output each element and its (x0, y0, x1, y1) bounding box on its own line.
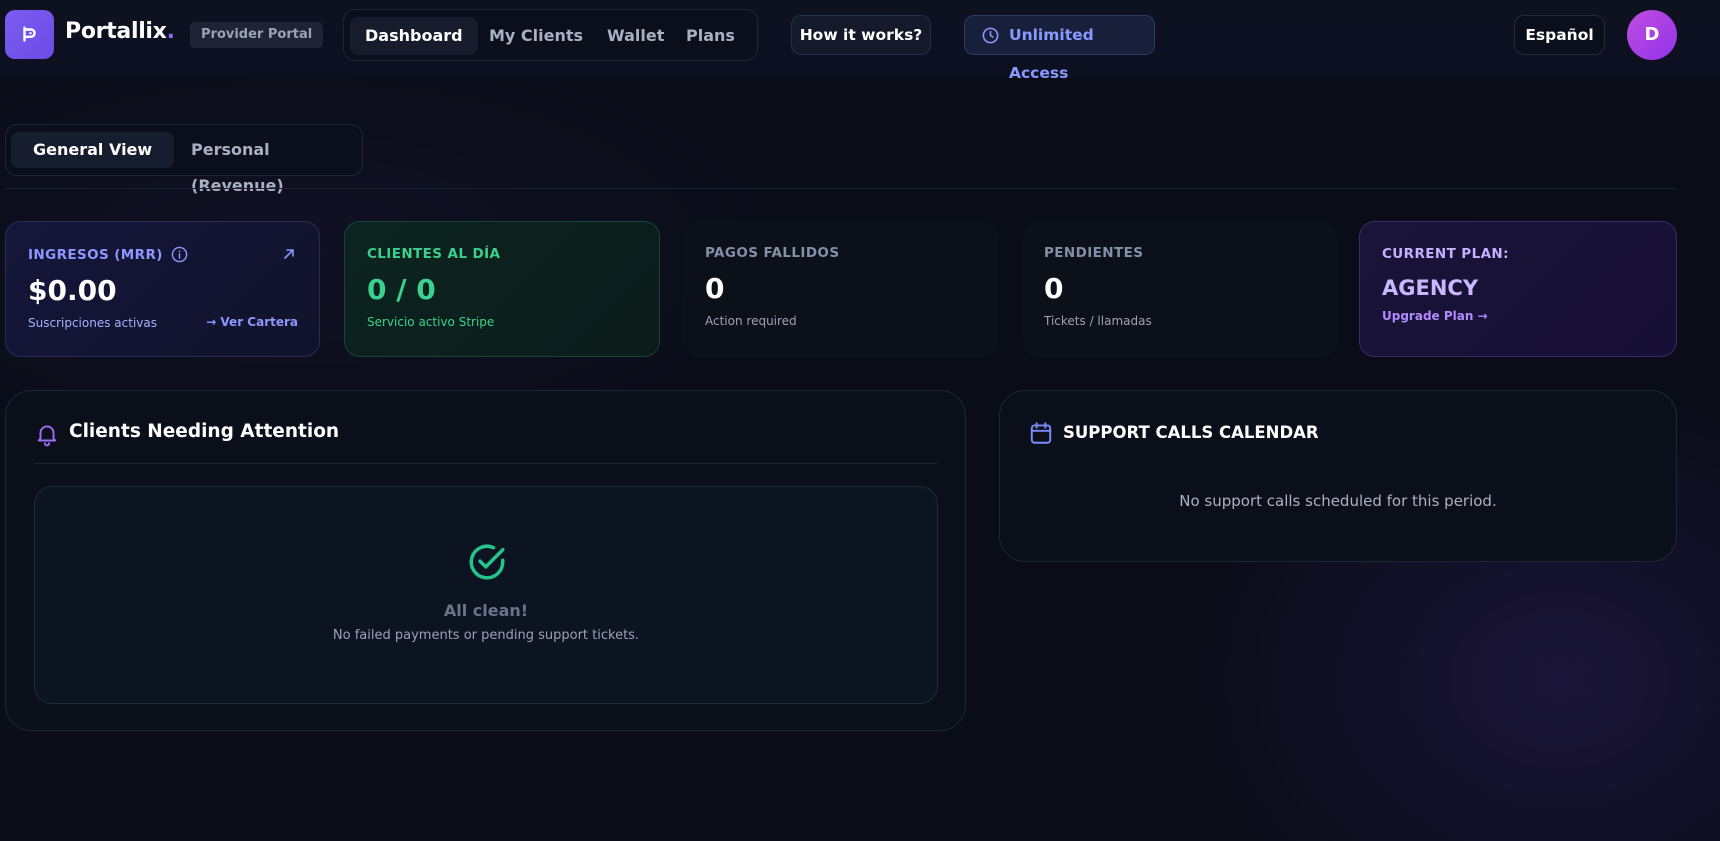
failed-payments-sub: Action required (705, 314, 797, 328)
logo[interactable] (5, 10, 54, 59)
attention-title: Clients Needing Attention (69, 421, 340, 442)
mrr-value: $0.00 (28, 274, 117, 307)
portal-badge: Provider Portal (190, 22, 324, 48)
clients-value: 0 / 0 (367, 273, 436, 306)
nav-plans[interactable]: Plans (671, 17, 750, 55)
pending-label: PENDIENTES (1044, 245, 1144, 261)
check-circle-icon (469, 544, 505, 580)
all-clean-title: All clean! (443, 601, 529, 620)
failed-payments-card: PAGOS FALLIDOS 0 Action required (683, 221, 999, 357)
brand-name[interactable]: Portallix. (65, 19, 175, 44)
unlimited-access-button[interactable]: Unlimited Access (964, 15, 1155, 82)
current-plan-value: AGENCY (1382, 276, 1479, 300)
failed-payments-label: PAGOS FALLIDOS (705, 245, 840, 261)
all-clean-box: All clean! No failed payments or pending… (34, 486, 938, 704)
calendar-empty-text: No support calls scheduled for this peri… (1179, 492, 1497, 510)
pending-value: 0 (1044, 272, 1064, 305)
clients-attention-panel: Clients Needing Attention All clean! No … (5, 390, 966, 731)
arrow-up-right-icon[interactable] (281, 246, 297, 262)
pending-card: PENDIENTES 0 Tickets / llamadas (1022, 221, 1338, 357)
clients-card: CLIENTES AL DÍA 0 / 0 Servicio activo St… (344, 221, 660, 357)
view-toggle: General View Personal (Revenue) (5, 124, 363, 195)
main-nav: Dashboard My Clients Wallet Plans (343, 9, 758, 61)
bell-icon (37, 425, 57, 447)
calendar-icon (1030, 422, 1052, 444)
nav-wallet[interactable]: Wallet (592, 17, 679, 55)
avatar[interactable]: D (1627, 10, 1677, 60)
nav-dashboard[interactable]: Dashboard (350, 17, 478, 55)
clients-label: CLIENTES AL DÍA (367, 246, 501, 262)
brand-dot: . (166, 19, 175, 44)
unlimited-access-label: Unlimited Access (1009, 26, 1094, 82)
all-clean-desc: No failed payments or pending support ti… (332, 628, 640, 643)
clients-sub: Servicio activo Stripe (367, 315, 495, 329)
tab-general-view[interactable]: General View (11, 132, 175, 168)
top-header: Portallix. Provider Portal Dashboard My … (0, 0, 1720, 82)
divider (5, 188, 1677, 189)
upgrade-plan-link[interactable]: Upgrade Plan → (1382, 309, 1654, 323)
calendar-title: SUPPORT CALLS CALENDAR (1063, 423, 1319, 442)
current-plan-label: CURRENT PLAN: (1382, 246, 1509, 262)
view-portfolio-link[interactable]: → Ver Cartera (206, 315, 298, 329)
logo-icon (22, 25, 36, 42)
pending-sub: Tickets / llamadas (1044, 314, 1152, 328)
info-icon[interactable] (171, 246, 188, 263)
mrr-card: INGRESOS (MRR) $0.00 Suscripciones activ… (5, 221, 320, 357)
mrr-label: INGRESOS (MRR) (28, 246, 297, 263)
how-it-works-button[interactable]: How it works? (791, 15, 931, 55)
support-calendar-panel: SUPPORT CALLS CALENDAR No support calls … (999, 390, 1677, 562)
failed-payments-value: 0 (705, 272, 725, 305)
attention-divider (34, 463, 938, 464)
language-button[interactable]: Español (1514, 15, 1605, 55)
nav-my-clients[interactable]: My Clients (474, 17, 598, 55)
current-plan-card: CURRENT PLAN: AGENCY Upgrade Plan → (1359, 221, 1677, 357)
clock-icon (982, 27, 999, 44)
tab-personal-revenue[interactable]: Personal (Revenue) (169, 132, 362, 195)
